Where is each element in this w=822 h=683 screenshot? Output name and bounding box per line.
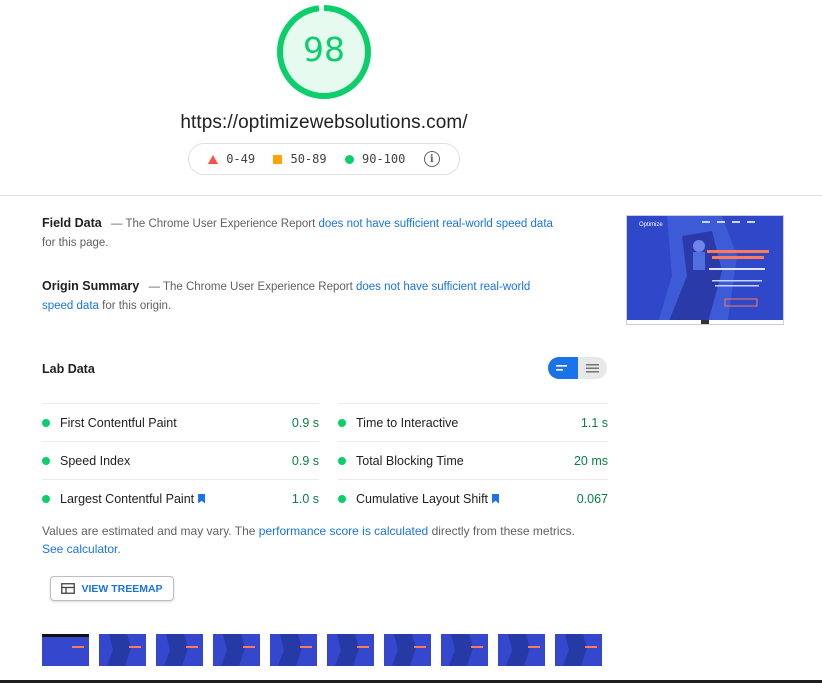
section-divider — [0, 195, 822, 196]
lines-icon — [585, 364, 599, 373]
see-calculator-link[interactable]: See calculator. — [42, 542, 121, 556]
lab-data-title: Lab Data — [42, 362, 95, 376]
triangle-icon — [208, 154, 219, 164]
field-data-text: The Chrome User Experience Report — [125, 218, 316, 230]
preview-brand: Optimize — [639, 222, 663, 228]
metric-total-blocking-time: Total Blocking Time 20 ms — [338, 442, 608, 479]
note-text: Values are estimated and may vary. The — [42, 524, 256, 538]
info-icon[interactable]: i — [423, 151, 440, 167]
filmstrip-frame — [384, 634, 431, 666]
legend-average: 50-89 — [273, 152, 327, 166]
origin-summary-title: Origin Summary — [42, 279, 140, 293]
metric-label: Cumulative Layout Shift — [356, 491, 489, 506]
filmstrip — [42, 634, 612, 666]
field-data-dash: — — [110, 218, 123, 230]
legend-fail: 0-49 — [208, 152, 255, 166]
origin-summary-section: Origin Summary — The Chrome User Experie… — [42, 277, 562, 316]
field-data-suffix: for this page. — [42, 237, 109, 249]
metric-value: 0.067 — [576, 491, 608, 506]
origin-summary-text: The Chrome User Experience Report — [162, 281, 353, 293]
field-data-section: Field Data — The Chrome User Experience … — [42, 214, 562, 253]
view-treemap-label: VIEW TREEMAP — [81, 582, 163, 595]
metric-speed-index: Speed Index 0.9 s — [42, 442, 319, 479]
metric-label: Time to Interactive — [356, 415, 459, 430]
expanded-view-button[interactable] — [578, 357, 607, 379]
origin-summary-suffix: for this origin. — [102, 300, 172, 312]
tested-url: https://optimizewebsolutions.com/ — [180, 112, 468, 133]
metric-cumulative-layout-shift: Cumulative Layout Shift 0.067 — [338, 480, 608, 517]
screenshot-image: Optimize — [627, 216, 783, 324]
final-screenshot: Optimize — [626, 215, 784, 325]
filmstrip-frame — [213, 634, 260, 666]
legend-average-label: 50-89 — [290, 152, 327, 166]
note-text-middle: directly from these metrics. — [431, 524, 575, 538]
performance-score: 98 — [303, 30, 345, 69]
filmstrip-frame — [327, 634, 374, 666]
filmstrip-frame — [270, 634, 317, 666]
metric-value: 1.1 s — [580, 415, 608, 430]
metric-label: Total Blocking Time — [356, 453, 464, 468]
metric-value: 0.9 s — [291, 415, 319, 430]
short-lines-icon — [556, 365, 567, 371]
metric-time-to-interactive: Time to Interactive 1.1 s — [338, 404, 608, 441]
metric-label: Largest Contentful Paint — [60, 491, 195, 506]
circle-icon — [345, 154, 354, 164]
filmstrip-frame — [42, 634, 89, 666]
field-data-link[interactable]: does not have sufficient real-world spee… — [319, 218, 553, 230]
metric-value: 20 ms — [573, 453, 608, 468]
bookmark-icon[interactable] — [198, 493, 206, 504]
pass-dot-icon — [338, 456, 346, 465]
score-legend: 0-49 50-89 90-100 i — [188, 143, 460, 175]
filmstrip-frame — [99, 634, 146, 666]
metrics-left-column: First Contentful Paint 0.9 s Speed Index… — [42, 403, 319, 517]
pass-dot-icon — [42, 456, 50, 465]
legend-pass: 90-100 — [345, 152, 405, 166]
metric-value: 0.9 s — [291, 453, 319, 468]
estimate-note: Values are estimated and may vary. The p… — [42, 522, 582, 558]
metric-first-contentful-paint: First Contentful Paint 0.9 s — [42, 404, 319, 441]
legend-fail-label: 0-49 — [226, 152, 256, 166]
metric-value: 1.0 s — [291, 491, 319, 506]
metric-largest-contentful-paint: Largest Contentful Paint 1.0 s — [42, 480, 319, 517]
filmstrip-frame — [555, 634, 602, 666]
pass-dot-icon — [42, 494, 50, 503]
treemap-icon — [61, 583, 76, 594]
filmstrip-frame — [498, 634, 545, 666]
origin-summary-dash: — — [148, 281, 160, 293]
field-data-title: Field Data — [42, 216, 102, 230]
square-icon — [273, 154, 283, 164]
metric-label: First Contentful Paint — [60, 415, 177, 430]
pass-dot-icon — [338, 494, 346, 503]
filmstrip-frame — [441, 634, 488, 666]
metrics-right-column: Time to Interactive 1.1 s Total Blocking… — [338, 403, 608, 517]
view-treemap-button[interactable]: VIEW TREEMAP — [50, 576, 174, 601]
pass-dot-icon — [42, 418, 50, 427]
performance-score-link[interactable]: performance score is calculated — [259, 524, 428, 538]
bookmark-icon[interactable] — [492, 493, 500, 504]
compact-view-button[interactable] — [548, 357, 578, 379]
pass-dot-icon — [338, 418, 346, 427]
filmstrip-frame — [156, 634, 203, 666]
metrics-view-toggle[interactable] — [548, 357, 607, 379]
legend-pass-label: 90-100 — [362, 152, 406, 166]
metric-label: Speed Index — [60, 453, 131, 468]
